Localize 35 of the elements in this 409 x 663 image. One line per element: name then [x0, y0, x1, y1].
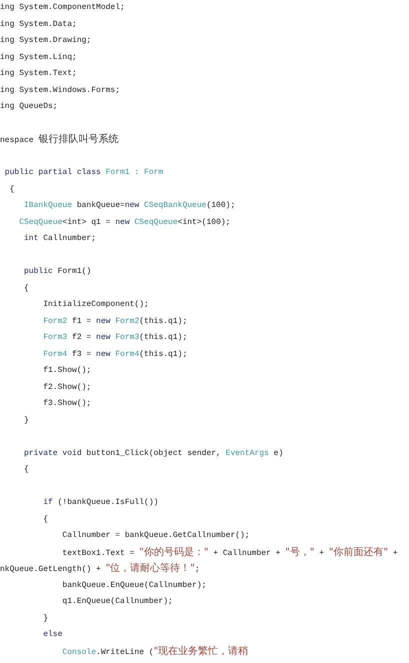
code-line: ing System.Windows.Forms; [0, 84, 120, 96]
code-line: public Form1() [23, 266, 92, 278]
code-line: ing System.Linq; [0, 52, 77, 64]
code-line: if (!bankQueue.IsFull()) [42, 497, 158, 509]
code-line: Form3 f2 = new Form3(this.q1); [42, 332, 188, 344]
code-line: Callnumber = bankQueue.GetCallnumber(); [61, 530, 250, 542]
code-line: else [42, 629, 62, 641]
code-line: Form4 f3 = new Form4(this.q1); [42, 348, 188, 360]
code-line: { [23, 464, 29, 476]
code-line: { [8, 184, 14, 196]
code-line: f1.Show(); [42, 365, 92, 377]
code-line: ing System.Text; [0, 68, 77, 80]
code-line: f2.Show(); [42, 382, 92, 394]
code-line: IBankQueue bankQueue=new CSeqBankQueue(100); [23, 200, 236, 212]
code-line: bankQueue.EnQueue(Callnumber); [61, 580, 206, 592]
code-line: InitializeComponent(); [42, 299, 149, 311]
code-line: CSeqQueue<int> q1 = new CSeqQueue<int>(100); [18, 216, 230, 228]
code-line: nespace 银行排队叫号系统 [0, 132, 118, 147]
code-line: int Callnumber; [23, 233, 96, 245]
code-line: public partial class Form1 : Form [4, 167, 164, 179]
code-line: { [42, 514, 48, 526]
code-line: } [42, 612, 48, 624]
code-line: ing System.Drawing; [0, 35, 92, 47]
code-line: } [23, 414, 29, 426]
code-line: f3.Show(); [42, 398, 92, 410]
code-line: Form2 f1 = new Form2(this.q1); [42, 316, 188, 328]
code-line: private void button1_Click(object sender, EventArgs e) [23, 448, 284, 460]
code-line: textBox1.Text = "你的号码是：" + Callnumber + "号，" + "你前面还有" + [61, 546, 398, 560]
code-line: { [23, 282, 29, 294]
code-line: q1.EnQueue(Callnumber); [61, 596, 173, 608]
code-line: ing QueueDs; [0, 101, 58, 113]
code-line: ing System.Data; [0, 18, 77, 30]
code-line: Console.WriteLine ("现在业务繁忙，请稍 [61, 644, 248, 658]
code-line: nkQueue.GetLength() + "位，请耐心等待！"; [0, 562, 200, 576]
code-line: ing System.ComponentModel; [0, 2, 125, 14]
